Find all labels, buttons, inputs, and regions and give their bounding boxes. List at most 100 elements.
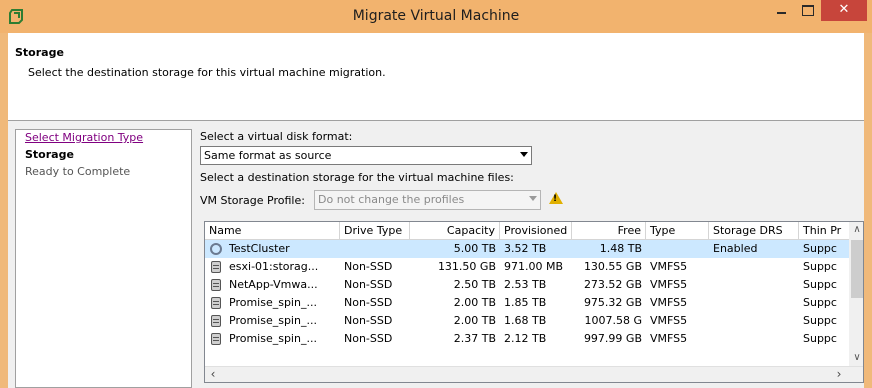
disk-format-value: Same format as source [204,149,332,162]
row-type [646,240,709,258]
column-header-type[interactable]: Type [646,222,709,240]
column-header-drive-type[interactable]: Drive Type [340,222,410,240]
row-provisioned: 1.68 TB [504,314,547,327]
row-thin-provisioning: Suppc [803,332,837,345]
column-header-storage-drs[interactable]: Storage DRS [709,222,799,240]
row-provisioned: 3.52 TB [504,242,547,255]
row-name: Promise_spin_... [229,332,317,345]
datastore-table: Name Drive Type Capacity Provisioned Fre… [204,221,864,383]
row-capacity: 2.00 TB [453,314,496,327]
destination-storage-label: Select a destination storage for the vir… [200,171,514,184]
horizontal-scroll-track[interactable] [222,370,830,380]
row-free: 997.99 GB [583,332,642,345]
row-capacity: 131.50 GB [437,260,496,273]
row-name: TestCluster [229,242,290,255]
row-thin-provisioning: Suppc [803,242,837,255]
storage-profile-select: Do not change the profiles [314,190,541,210]
row-capacity: 5.00 TB [453,242,496,255]
title-bar[interactable]: Migrate Virtual Machine ✕ [0,0,872,33]
table-row[interactable]: TestCluster 5.00 TB 3.52 TB 1.48 TB Enab… [205,240,849,258]
page-title: Storage [15,46,64,59]
step-ready-to-complete: Ready to Complete [25,165,131,178]
row-drive-type: Non-SSD [344,314,393,327]
row-capacity: 2.50 TB [453,278,496,291]
datastore-icon [211,315,221,327]
cluster-icon [210,243,222,255]
chevron-down-icon [520,152,528,157]
page-description: Select the destination storage for this … [28,66,386,79]
row-drive-type: Non-SSD [344,260,393,273]
row-name: esxi-01:storag... [229,260,319,273]
row-type: VMFS5 [650,314,688,327]
row-free: 1007.58 G [584,314,642,327]
row-free: 273.52 GB [583,278,642,291]
row-thin-provisioning: Suppc [803,278,837,291]
storage-profile-value: Do not change the profiles [318,193,465,206]
table-row[interactable]: esxi-01:storag... Non-SSD 131.50 GB 971.… [205,258,849,276]
row-name: Promise_spin_... [229,296,317,309]
warning-mark: ! [553,194,558,204]
minimize-button[interactable] [768,0,794,21]
row-name: NetApp-Vmwa... [229,278,318,291]
disk-format-select[interactable]: Same format as source [200,146,532,165]
dialog-client: Storage Select the destination storage f… [8,33,864,388]
column-header-name[interactable]: Name [205,222,340,240]
wizard-header: Storage Select the destination storage f… [8,33,864,121]
row-drive-type: Non-SSD [344,296,393,309]
chevron-down-icon [529,196,537,201]
row-provisioned: 971.00 MB [504,260,564,273]
row-thin-provisioning: Suppc [803,260,837,273]
scroll-down-icon[interactable]: ∨ [849,350,863,366]
row-type: VMFS5 [650,296,688,309]
row-type: VMFS5 [650,278,688,291]
table-header: Name Drive Type Capacity Provisioned Fre… [205,222,863,240]
row-provisioned: 2.12 TB [504,332,547,345]
datastore-icon [211,333,221,345]
storage-profile-label: VM Storage Profile: [200,194,305,207]
wizard-steps: Select Migration Type Storage Ready to C… [15,129,192,388]
storage-panel: Select a virtual disk format: Same forma… [200,129,864,388]
table-row[interactable]: NetApp-Vmwa... Non-SSD 2.50 TB 2.53 TB 2… [205,276,849,294]
column-header-thin-provisioning[interactable]: Thin Pr [799,222,849,240]
migrate-vm-window: Migrate Virtual Machine ✕ Storage Select… [0,0,872,388]
row-thin-provisioning: Suppc [803,314,837,327]
row-free: 130.55 GB [583,260,642,273]
row-drive-type: Non-SSD [344,278,393,291]
maximize-button[interactable] [794,0,820,21]
column-header-provisioned[interactable]: Provisioned [500,222,572,240]
row-storage-drs [709,312,799,330]
table-row[interactable]: Promise_spin_... Non-SSD 2.00 TB 1.68 TB… [205,312,849,330]
row-provisioned: 2.53 TB [504,278,547,291]
close-button[interactable]: ✕ [821,0,867,21]
row-drive-type [340,240,410,258]
table-row[interactable]: Promise_spin_... Non-SSD 2.00 TB 1.85 TB… [205,294,849,312]
row-storage-drs [709,330,799,348]
step-storage: Storage [25,148,74,161]
row-capacity: 2.00 TB [453,296,496,309]
datastore-icon [211,279,221,291]
vertical-scrollbar[interactable]: ∧ ∨ [849,222,863,366]
row-drive-type: Non-SSD [344,332,393,345]
datastore-icon [211,297,221,309]
row-storage-drs [709,258,799,276]
row-type: VMFS5 [650,260,688,273]
horizontal-scrollbar[interactable]: ‹ › [205,366,863,382]
column-header-free[interactable]: Free [572,222,646,240]
row-name: Promise_spin_... [229,314,317,327]
row-type: VMFS5 [650,332,688,345]
column-header-capacity[interactable]: Capacity [410,222,500,240]
close-icon: ✕ [838,2,850,17]
row-provisioned: 1.85 TB [504,296,547,309]
scroll-right-icon[interactable]: › [831,367,847,382]
row-storage-drs [709,294,799,312]
window-title: Migrate Virtual Machine [352,8,520,24]
table-row[interactable]: Promise_spin_... Non-SSD 2.37 TB 2.12 TB… [205,330,849,348]
row-free: 1.48 TB [599,242,642,255]
step-select-migration-type[interactable]: Select Migration Type [25,131,143,144]
row-free: 975.32 GB [583,296,642,309]
disk-format-label: Select a virtual disk format: [200,130,353,143]
scroll-up-icon[interactable]: ∧ [849,222,863,238]
vertical-scroll-thumb[interactable] [851,240,863,298]
row-thin-provisioning: Suppc [803,296,837,309]
scroll-left-icon[interactable]: ‹ [205,367,221,382]
